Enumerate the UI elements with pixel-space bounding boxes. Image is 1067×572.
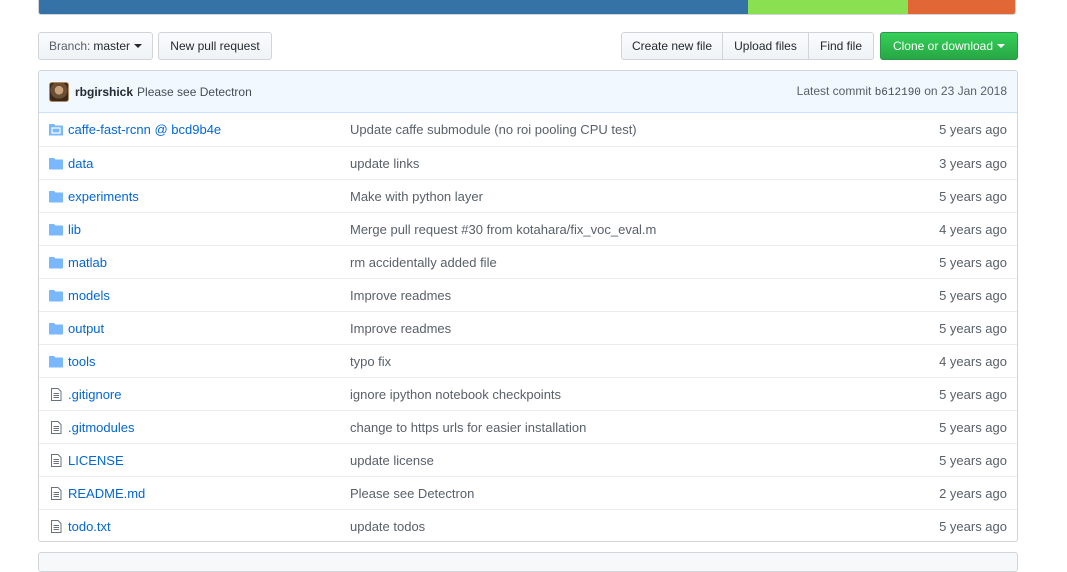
commit-message-link[interactable]: Improve readmes bbox=[350, 288, 451, 303]
file-row: README.md Please see Detectron 2 years ago bbox=[39, 476, 1017, 509]
file-row: matlab rm accidentally added file 5 years … bbox=[39, 245, 1017, 278]
commit-message-link[interactable]: Improve readmes bbox=[350, 321, 451, 336]
commit-age: 5 years ago bbox=[939, 518, 1007, 534]
file-row: data update links 3 years ago bbox=[39, 146, 1017, 179]
file-name-link[interactable]: .gitignore bbox=[68, 387, 121, 402]
file-row: output Improve readmes 5 years ago bbox=[39, 311, 1017, 344]
commit-message-link[interactable]: update license bbox=[350, 453, 434, 468]
commit-sha-link[interactable]: b612190 bbox=[875, 87, 921, 99]
file-row: .gitignore ignore ipython notebook checkp… bbox=[39, 377, 1017, 410]
file-icon bbox=[49, 520, 63, 533]
clone-or-download-button[interactable]: Clone or download bbox=[880, 32, 1018, 60]
commit-message-link[interactable]: update todos bbox=[350, 519, 425, 534]
commit-message-link[interactable]: Make with python layer bbox=[350, 189, 483, 204]
language-bar[interactable] bbox=[38, 0, 1016, 15]
commit-age: 4 years ago bbox=[939, 353, 1007, 369]
create-new-file-button[interactable]: Create new file bbox=[621, 32, 723, 60]
commit-age: 5 years ago bbox=[939, 452, 1007, 468]
file-browser: rbgirshick Please see Detectron Latest c… bbox=[38, 70, 1018, 542]
latest-commit-label: Latest commit bbox=[796, 84, 872, 98]
commit-message-link[interactable]: typo fix bbox=[350, 354, 391, 369]
commit-message-link[interactable]: ignore ipython notebook checkpoints bbox=[350, 387, 561, 402]
commit-date: on 23 Jan 2018 bbox=[924, 84, 1007, 98]
commit-age: 5 years ago bbox=[939, 122, 1007, 137]
commit-message-link[interactable]: rm accidentally added file bbox=[350, 255, 497, 270]
branch-name: master bbox=[93, 39, 131, 53]
commit-message-link[interactable]: update links bbox=[350, 156, 419, 171]
chevron-down-icon bbox=[997, 44, 1006, 48]
commit-message-link[interactable]: Merge pull request #30 from kotahara/fix… bbox=[350, 222, 656, 237]
commit-message-link[interactable]: Update caffe submodule (no roi pooling C… bbox=[350, 122, 637, 137]
file-name-link[interactable]: LICENSE bbox=[68, 453, 124, 468]
file-name-link[interactable]: lib bbox=[68, 222, 81, 237]
branch-select-button[interactable]: Branch: master bbox=[38, 32, 153, 60]
file-name-link[interactable]: tools bbox=[68, 354, 95, 369]
branch-prefix-label: Branch: bbox=[48, 39, 91, 53]
file-name-link[interactable]: caffe-fast-rcnn @ bcd9b4e bbox=[68, 122, 221, 137]
clone-or-download-label: Clone or download bbox=[892, 39, 994, 53]
file-name-link[interactable]: todo.txt bbox=[68, 519, 111, 534]
new-pull-request-button[interactable]: New pull request bbox=[158, 32, 272, 60]
file-icon bbox=[49, 421, 63, 434]
file-row: tools typo fix 4 years ago bbox=[39, 344, 1017, 377]
commit-age: 5 years ago bbox=[939, 386, 1007, 402]
commit-age: 2 years ago bbox=[939, 485, 1007, 501]
folder-icon bbox=[49, 322, 63, 335]
file-icon bbox=[49, 454, 63, 467]
file-icon bbox=[49, 388, 63, 401]
file-row: experiments Make with python layer 5 years… bbox=[39, 179, 1017, 212]
folder-icon bbox=[49, 223, 63, 236]
upload-files-button[interactable]: Upload files bbox=[722, 32, 809, 60]
file-row: models Improve readmes 5 years ago bbox=[39, 278, 1017, 311]
folder-icon bbox=[49, 157, 63, 170]
language-bar-segment[interactable] bbox=[747, 0, 908, 14]
file-navigation-toolbar: Branch: master New pull request Create n… bbox=[38, 32, 1018, 60]
file-row: .gitmodules change to https urls for easi… bbox=[39, 410, 1017, 443]
file-row: todo.txt update todos 5 years ago bbox=[39, 509, 1017, 541]
file-row: lib Merge pull request #30 from kotahara/… bbox=[39, 212, 1017, 245]
commit-tease: rbgirshick Please see Detectron Latest c… bbox=[39, 71, 1017, 113]
file-name-link[interactable]: README.md bbox=[68, 486, 145, 501]
commit-message-link[interactable]: change to https urls for easier installa… bbox=[350, 420, 586, 435]
file-name-link[interactable]: .gitmodules bbox=[68, 420, 134, 435]
commit-age: 3 years ago bbox=[939, 155, 1007, 171]
file-list: caffe-fast-rcnn @ bcd9b4e Update caffe su… bbox=[39, 113, 1017, 541]
commit-author-link[interactable]: rbgirshick bbox=[75, 85, 133, 99]
commit-age: 5 years ago bbox=[939, 287, 1007, 303]
folder-icon bbox=[49, 256, 63, 269]
file-icon bbox=[49, 487, 63, 500]
file-name-link[interactable]: experiments bbox=[68, 189, 139, 204]
commit-age: 5 years ago bbox=[939, 188, 1007, 204]
commit-age: 5 years ago bbox=[939, 320, 1007, 336]
commit-age: 5 years ago bbox=[939, 419, 1007, 435]
commit-age: 5 years ago bbox=[939, 254, 1007, 270]
file-name-link[interactable]: data bbox=[68, 156, 93, 171]
file-row: LICENSE update license 5 years ago bbox=[39, 443, 1017, 476]
file-name-link[interactable]: matlab bbox=[68, 255, 107, 270]
folder-icon bbox=[49, 355, 63, 368]
folder-icon bbox=[49, 289, 63, 302]
submodule-icon bbox=[49, 123, 63, 136]
language-bar-segment[interactable] bbox=[39, 0, 748, 14]
commit-message-link[interactable]: Please see Detectron bbox=[137, 85, 252, 99]
file-row: caffe-fast-rcnn @ bcd9b4e Update caffe su… bbox=[39, 113, 1017, 146]
commit-message-link[interactable]: Please see Detectron bbox=[350, 486, 474, 501]
chevron-down-icon bbox=[134, 44, 143, 48]
readme-box bbox=[38, 552, 1018, 572]
latest-commit-info: Latest commit b612190 on 23 Jan 2018 bbox=[797, 84, 1007, 99]
avatar[interactable] bbox=[49, 81, 69, 102]
commit-age: 4 years ago bbox=[939, 221, 1007, 237]
folder-icon bbox=[49, 190, 63, 203]
file-name-link[interactable]: output bbox=[68, 321, 104, 336]
file-name-link[interactable]: models bbox=[68, 288, 110, 303]
language-bar-segment[interactable] bbox=[907, 0, 1015, 14]
find-file-button[interactable]: Find file bbox=[808, 32, 874, 60]
